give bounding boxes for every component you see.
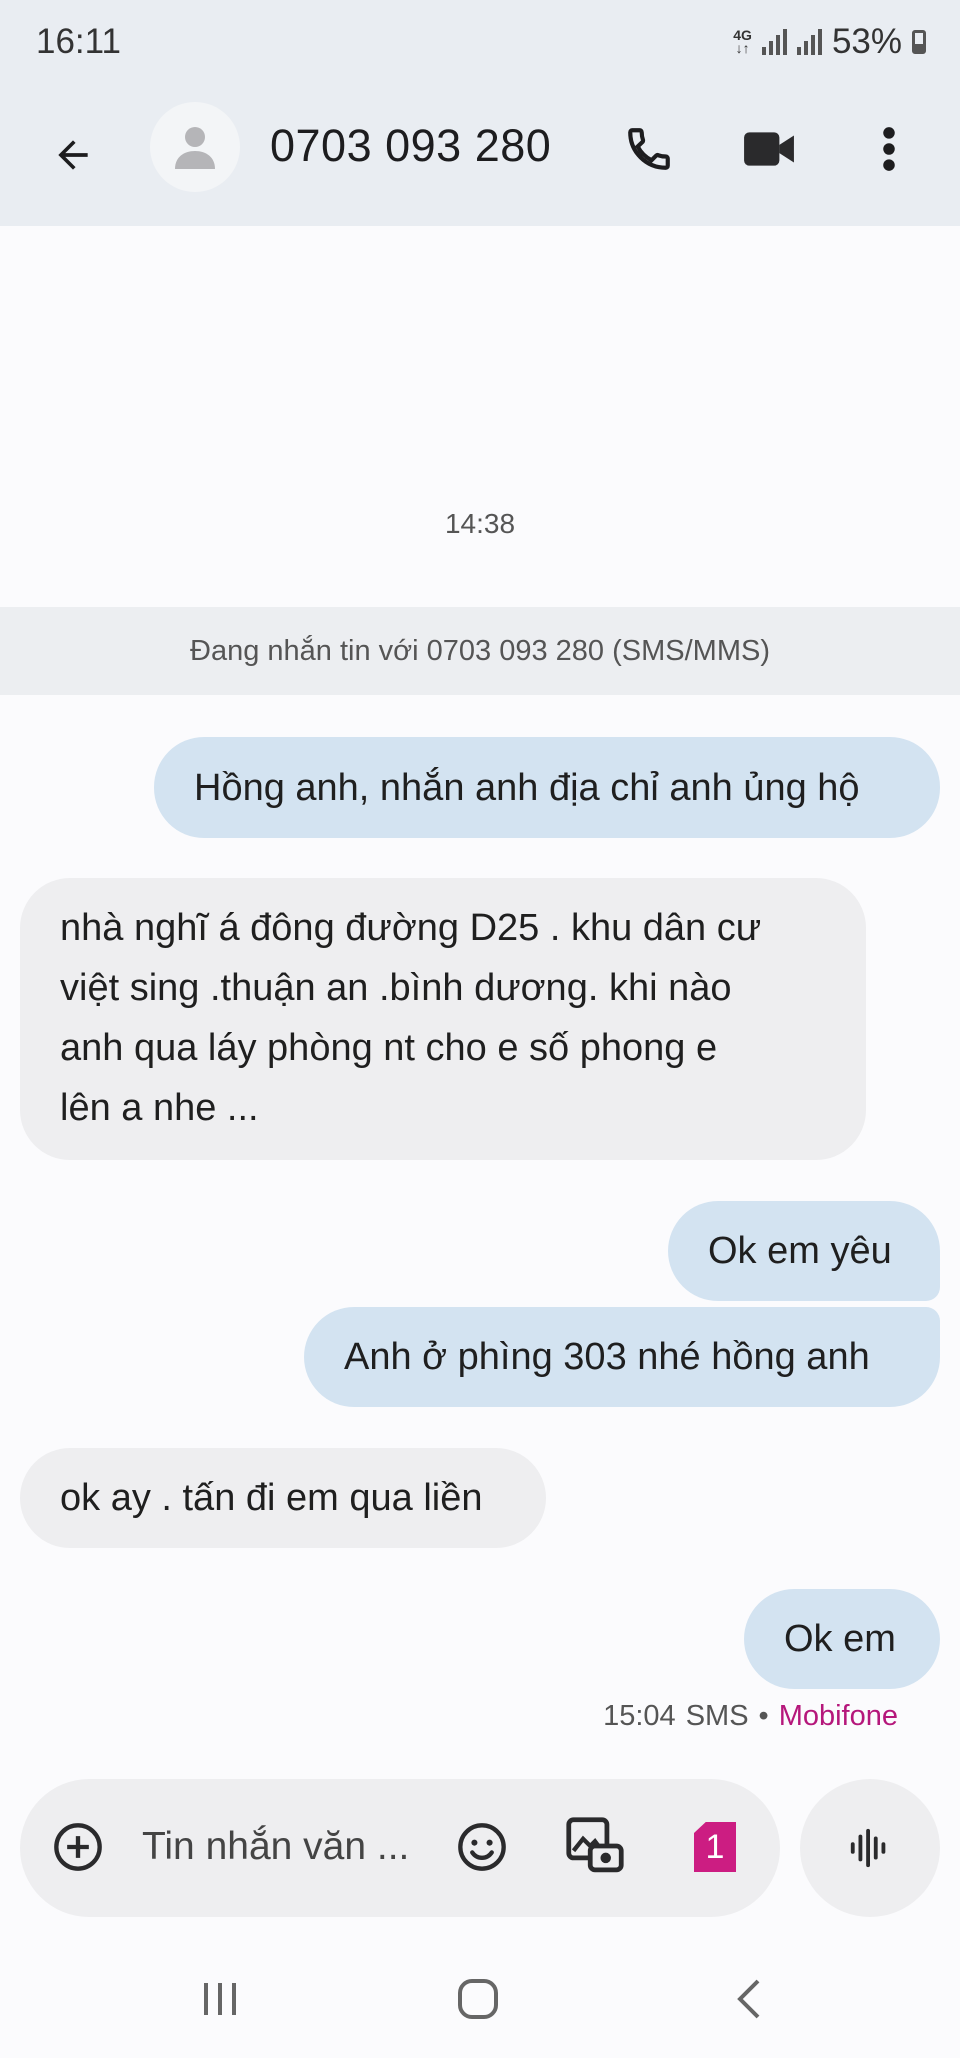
outgoing-message[interactable]: Anh ở phìng 303 nhé hồng anh	[304, 1307, 940, 1407]
message-status: 15:04 SMS • Mobifone	[603, 1700, 898, 1733]
back-button[interactable]	[40, 122, 106, 188]
status-icons: 4G ↓↑ 53%	[733, 22, 926, 62]
contact-avatar[interactable]	[150, 102, 240, 192]
outgoing-message[interactable]: Ok em	[744, 1589, 940, 1689]
gallery-button[interactable]	[560, 1811, 630, 1881]
home-button[interactable]	[448, 1974, 508, 2024]
person-icon	[175, 127, 215, 169]
voice-message-button[interactable]	[800, 1779, 940, 1917]
gallery-camera-icon	[566, 1817, 624, 1873]
back-arrow-icon	[58, 140, 88, 170]
system-navigation-bar	[0, 1940, 960, 2058]
chevron-left-icon	[737, 1979, 760, 2019]
signal-icon-sim1	[761, 29, 787, 55]
message-time: 15:04	[603, 1700, 676, 1732]
sms-info-banner: Đang nhắn tin với 0703 093 280 (SMS/MMS)	[0, 607, 960, 695]
emoji-icon	[458, 1823, 506, 1871]
voice-waveform-icon	[850, 1828, 886, 1868]
more-vert-icon	[883, 127, 895, 171]
phone-icon	[628, 128, 670, 170]
video-camera-icon	[744, 132, 794, 166]
nav-back-button[interactable]	[720, 1974, 780, 2024]
incoming-message[interactable]: ok ay . tấn đi em qua liền	[20, 1448, 546, 1548]
add-circle-icon	[54, 1823, 102, 1871]
status-time: 16:11	[36, 22, 121, 61]
sim-select-button[interactable]: 1	[692, 1815, 738, 1879]
message-composer: 1	[20, 1779, 780, 1917]
recents-icon	[204, 1983, 236, 2015]
attach-button[interactable]	[50, 1819, 106, 1875]
incoming-message[interactable]: nhà nghĩ á đông đường D25 . khu dân cư v…	[20, 878, 866, 1160]
network-4g-icon: 4G ↓↑	[733, 27, 752, 56]
battery-percent: 53%	[831, 22, 902, 61]
status-bar: 16:11 4G ↓↑ 53%	[0, 0, 960, 86]
signal-icon-sim2	[796, 29, 822, 55]
sim-card-icon: 1	[694, 1822, 736, 1872]
message-input[interactable]	[140, 1817, 440, 1877]
carrier-name: Mobifone	[778, 1700, 898, 1732]
outgoing-message[interactable]: Ok em yêu	[668, 1201, 940, 1301]
emoji-button[interactable]	[450, 1815, 514, 1879]
conversation-header: 0703 093 280	[0, 86, 960, 226]
more-options-button[interactable]	[856, 116, 922, 182]
contact-name[interactable]: 0703 093 280	[270, 120, 551, 172]
recents-button[interactable]	[190, 1976, 250, 2022]
call-button[interactable]	[616, 116, 682, 182]
video-call-button[interactable]	[736, 116, 802, 182]
home-icon	[458, 1979, 498, 2019]
message-timestamp: 14:38	[444, 508, 516, 539]
message-type: SMS	[685, 1700, 749, 1732]
meta-separator: •	[758, 1700, 769, 1732]
battery-icon	[912, 30, 926, 54]
outgoing-message[interactable]: Hồng anh, nhắn anh địa chỉ anh ủng hộ	[154, 737, 940, 838]
